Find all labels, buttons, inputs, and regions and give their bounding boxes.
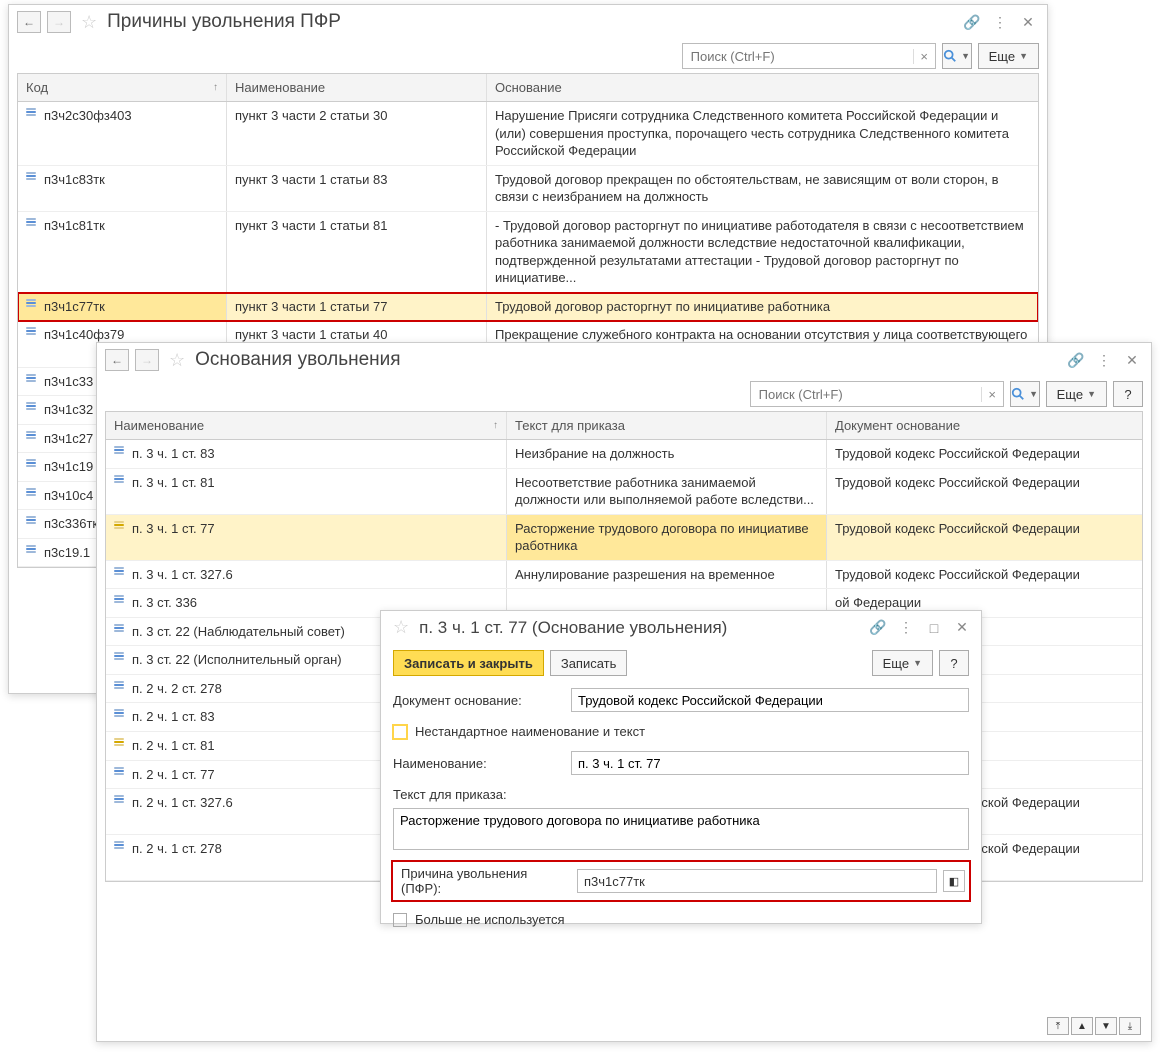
row-icon: [26, 405, 38, 413]
row-icon: [26, 377, 38, 385]
window-title: Причины увольнения ПФР: [107, 11, 955, 33]
col-name[interactable]: Наименование↑: [106, 412, 506, 439]
row-icon: [114, 798, 126, 806]
table-row[interactable]: п. 3 ч. 1 ст. 327.6Аннулирование разреше…: [106, 561, 1142, 590]
forward-button[interactable]: →: [135, 349, 159, 371]
more-button[interactable]: Еще ▼: [1046, 381, 1107, 407]
search-input[interactable]: [751, 387, 981, 402]
row-icon: [26, 330, 38, 338]
search-button[interactable]: ▼: [1010, 381, 1040, 407]
doc-input[interactable]: [571, 688, 969, 712]
row-icon: [114, 570, 126, 578]
label-doc: Документ основание:: [393, 693, 563, 708]
row-icon: [26, 175, 38, 183]
favorite-icon[interactable]: ☆: [81, 12, 97, 33]
nonstandard-checkbox[interactable]: [393, 725, 407, 739]
close-icon[interactable]: ✕: [1121, 350, 1143, 370]
link-icon[interactable]: 🔗: [961, 12, 983, 32]
favorite-icon[interactable]: ☆: [169, 350, 185, 371]
close-icon[interactable]: ✕: [1017, 12, 1039, 32]
help-button[interactable]: ?: [939, 650, 969, 676]
help-button[interactable]: ?: [1113, 381, 1143, 407]
table-row[interactable]: п3ч1с81ткпункт 3 части 1 статьи 81- Труд…: [18, 212, 1038, 293]
unused-checkbox[interactable]: [393, 913, 407, 927]
save-and-close-button[interactable]: Записать и закрыть: [393, 650, 544, 676]
label-name: Наименование:: [393, 756, 563, 771]
clear-search-icon[interactable]: ×: [913, 49, 935, 64]
row-icon: [114, 741, 126, 749]
row-icon: [26, 491, 38, 499]
window-title: п. 3 ч. 1 ст. 77 (Основание увольнения): [419, 618, 861, 638]
row-icon: [26, 111, 38, 119]
more-button[interactable]: Еще ▼: [872, 650, 933, 676]
table-row[interactable]: п3ч2с30фз403пункт 3 части 2 статьи 30Нар…: [18, 102, 1038, 166]
col-code[interactable]: Код↑: [18, 74, 226, 101]
search-field[interactable]: ×: [750, 381, 1004, 407]
maximize-icon[interactable]: □: [923, 618, 945, 638]
row-icon: [26, 221, 38, 229]
table-row[interactable]: п. 3 ч. 1 ст. 81Несоответствие работника…: [106, 469, 1142, 515]
more-button[interactable]: Еще ▼: [978, 43, 1039, 69]
row-icon: [114, 712, 126, 720]
sort-icon: ↑: [493, 420, 498, 431]
window-title: Основания увольнения: [195, 349, 1059, 371]
link-icon[interactable]: 🔗: [867, 618, 889, 638]
pfr-reason-frame: Причина увольнения (ПФР): п3ч1с77тк ◧: [391, 860, 971, 902]
table-row[interactable]: п. 3 ч. 1 ст. 83Неизбрание на должностьТ…: [106, 440, 1142, 469]
scroll-down-icon[interactable]: ▼: [1095, 1017, 1117, 1035]
menu-icon[interactable]: ⋮: [1093, 350, 1115, 370]
save-button[interactable]: Записать: [550, 650, 628, 676]
row-icon: [114, 449, 126, 457]
menu-icon[interactable]: ⋮: [895, 618, 917, 638]
scroll-up-icon[interactable]: ▲: [1071, 1017, 1093, 1035]
row-icon: [114, 478, 126, 486]
search-input[interactable]: [683, 49, 913, 64]
col-doc[interactable]: Документ основание: [826, 412, 1142, 439]
col-order[interactable]: Текст для приказа: [506, 412, 826, 439]
row-icon: [114, 844, 126, 852]
table-row[interactable]: п. 3 ч. 1 ст. 77Расторжение трудового до…: [106, 515, 1142, 561]
open-link-icon[interactable]: ◧: [943, 870, 965, 892]
back-button[interactable]: ←: [105, 349, 129, 371]
row-icon: [26, 434, 38, 442]
row-icon: [26, 462, 38, 470]
row-icon: [114, 598, 126, 606]
window-edit-ground: ☆ п. 3 ч. 1 ст. 77 (Основание увольнения…: [380, 610, 982, 924]
search-field[interactable]: ×: [682, 43, 936, 69]
row-icon: [114, 627, 126, 635]
row-icon: [114, 655, 126, 663]
label-nonstandard: Нестандартное наименование и текст: [415, 724, 645, 739]
col-basis[interactable]: Основание: [486, 74, 1038, 101]
clear-search-icon[interactable]: ×: [981, 387, 1003, 402]
row-icon: [26, 302, 38, 310]
search-button[interactable]: ▼: [942, 43, 972, 69]
link-icon[interactable]: 🔗: [1065, 350, 1087, 370]
col-name[interactable]: Наименование: [226, 74, 486, 101]
menu-icon[interactable]: ⋮: [989, 12, 1011, 32]
sort-icon: ↑: [213, 82, 218, 93]
table-row[interactable]: п3ч1с83ткпункт 3 части 1 статьи 83Трудов…: [18, 166, 1038, 212]
back-button[interactable]: ←: [17, 11, 41, 33]
row-icon: [26, 519, 38, 527]
close-icon[interactable]: ✕: [951, 618, 973, 638]
table-row[interactable]: п3ч1с77ткпункт 3 части 1 статьи 77Трудов…: [18, 293, 1038, 322]
row-icon: [26, 548, 38, 556]
order-textarea[interactable]: [393, 808, 969, 850]
row-icon: [114, 684, 126, 692]
row-icon: [114, 770, 126, 778]
row-icon: [114, 524, 126, 532]
scroll-top-icon[interactable]: ⤒: [1047, 1017, 1069, 1035]
label-pfr: Причина увольнения (ПФР):: [401, 866, 571, 896]
label-unused: Больше не используется: [415, 912, 565, 927]
scroll-bottom-icon[interactable]: ⤓: [1119, 1017, 1141, 1035]
forward-button[interactable]: →: [47, 11, 71, 33]
favorite-icon[interactable]: ☆: [393, 617, 409, 638]
pfr-reason-input[interactable]: п3ч1с77тк: [577, 869, 937, 893]
label-order: Текст для приказа:: [393, 787, 563, 802]
name-input[interactable]: [571, 751, 969, 775]
